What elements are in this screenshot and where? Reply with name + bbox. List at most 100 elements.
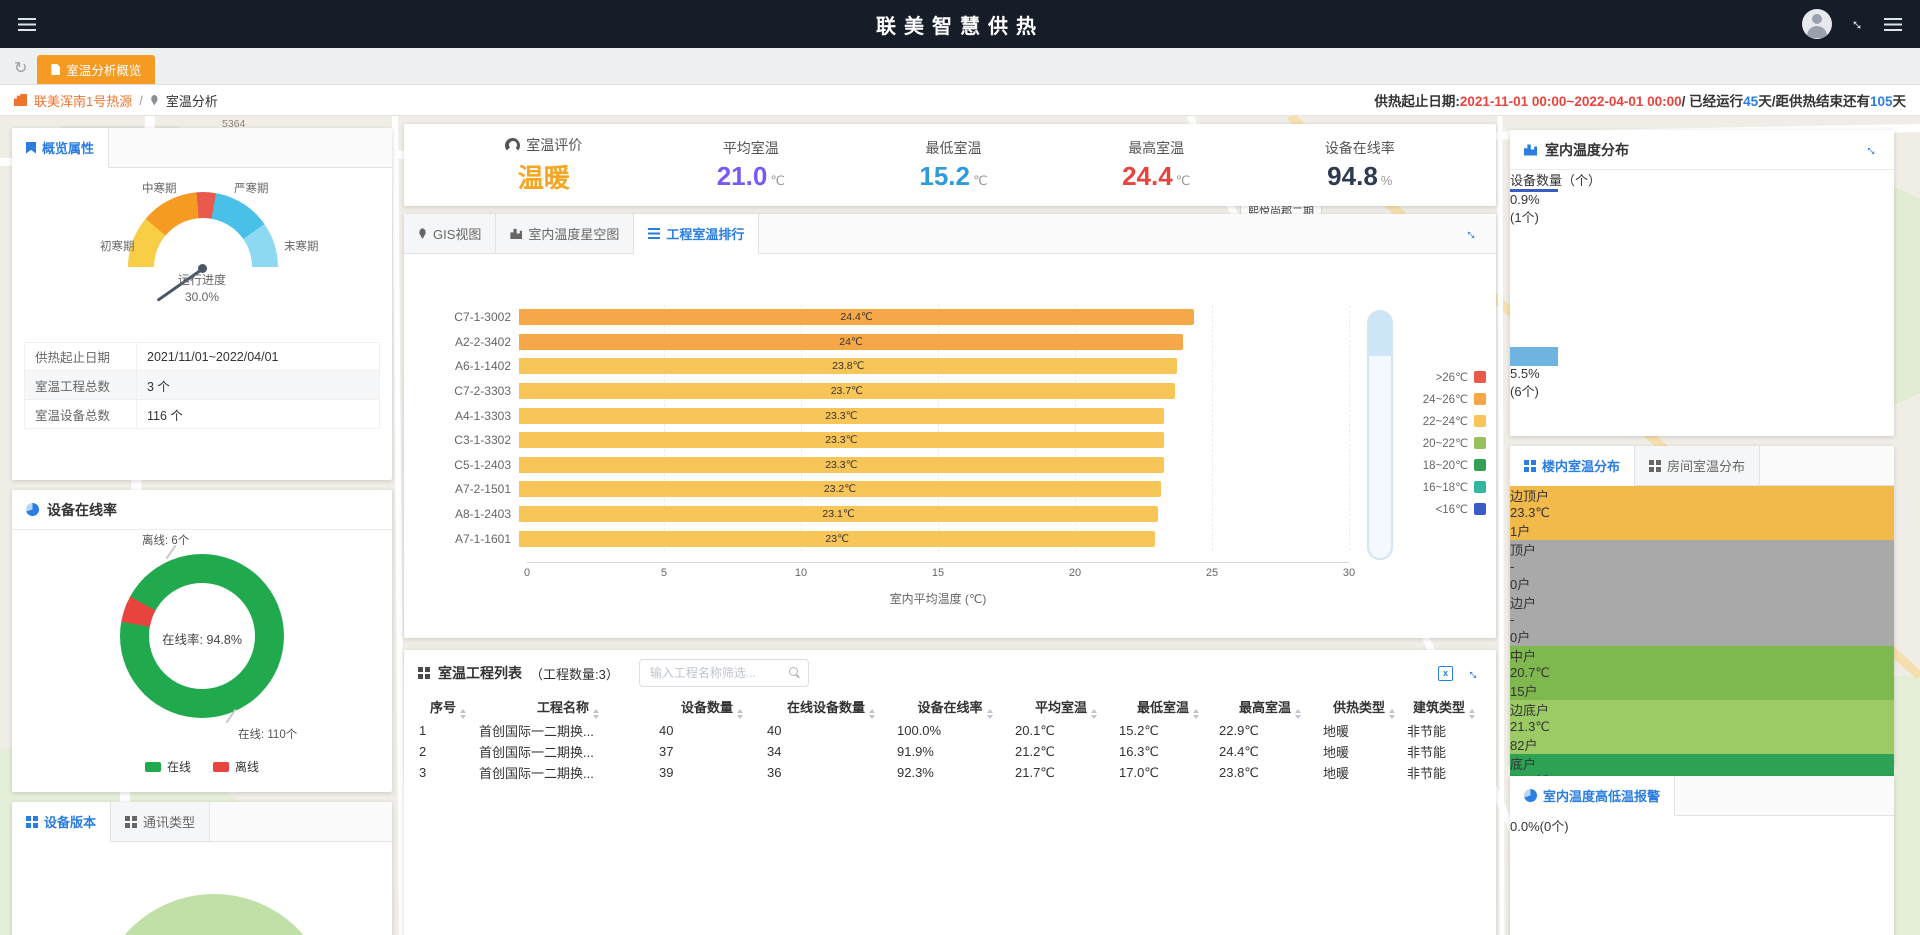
refresh-icon[interactable]: ↻	[14, 61, 27, 77]
tab-room-temp-overview[interactable]: 室温分析概览	[37, 55, 155, 84]
table-cell: 40	[766, 720, 896, 741]
column-header[interactable]: 最低室温	[1118, 696, 1218, 720]
column-header[interactable]: 设备数量	[658, 696, 766, 720]
fullscreen-icon[interactable]: ↔	[1847, 13, 1870, 36]
tab-gis[interactable]: GIS视图	[404, 214, 496, 253]
legend-swatch	[1474, 459, 1486, 471]
column-label: 平均室温	[1035, 700, 1087, 715]
column-header[interactable]: 平均室温	[1014, 696, 1118, 720]
column-header[interactable]: 供热类型	[1322, 696, 1406, 720]
tab-device-version[interactable]: 设备版本	[12, 802, 111, 842]
sort-icon[interactable]	[1295, 709, 1301, 719]
tab-overview-attributes[interactable]: 概览属性	[12, 128, 109, 168]
tab-temp-alarm[interactable]: 室内温度高低温报警	[1510, 776, 1675, 816]
project-table-title: 室温工程列表	[418, 663, 522, 683]
search-input[interactable]	[639, 659, 809, 687]
sort-icon[interactable]	[737, 709, 743, 719]
building-cell[interactable]: 顶户-0户	[1510, 540, 1894, 593]
legend-item: 24~26℃	[1423, 392, 1486, 406]
breadcrumb-heat-source[interactable]: 联美浑南1号热源	[34, 91, 132, 110]
distribution-bar[interactable]	[1510, 347, 1558, 366]
ranking-bar[interactable]: 23.7℃	[519, 383, 1175, 399]
table-cell: 36	[766, 762, 896, 783]
user-avatar[interactable]	[1802, 9, 1832, 39]
ranking-bar-row: A8-1-240323.1℃	[424, 502, 1349, 527]
legend-item: 离线	[213, 758, 259, 775]
online-rate-annotation: 在线率: 94.8%	[120, 629, 284, 648]
ranking-bar[interactable]: 23.3℃	[519, 457, 1164, 473]
info-row: 室温设备总数116 个	[24, 400, 380, 429]
ranking-bar-value: 23℃	[519, 531, 1155, 547]
column-header[interactable]: 最高室温	[1218, 696, 1322, 720]
ranking-bar[interactable]: 23.2℃	[519, 481, 1161, 497]
ranking-bar[interactable]: 23℃	[519, 531, 1155, 547]
table-cell[interactable]: 首创国际一二期换...	[478, 720, 658, 741]
legend-item: <16℃	[1436, 502, 1486, 516]
dist-y-label: 设备数量（个）	[1510, 173, 1601, 188]
building-cell[interactable]: 中户20.7℃15户	[1510, 646, 1894, 700]
sort-icon[interactable]	[593, 709, 599, 719]
excel-export-icon[interactable]	[1438, 666, 1453, 681]
ranking-bar[interactable]: 23.3℃	[519, 408, 1164, 424]
sort-icon[interactable]	[460, 709, 466, 719]
tab-star-map[interactable]: 室内温度星空图	[496, 214, 634, 253]
stat-value: 温暖	[518, 158, 570, 195]
sort-icon[interactable]	[1389, 709, 1395, 719]
building-cell[interactable]: 边顶户23.3℃1户	[1510, 486, 1894, 540]
sort-icon[interactable]	[1469, 709, 1475, 719]
top-bar: 联美智慧供热 ↔	[0, 0, 1920, 48]
table-cell: 地暖	[1322, 762, 1406, 783]
tab-ranking[interactable]: 工程室温排行	[634, 214, 759, 254]
sort-icon[interactable]	[987, 709, 993, 719]
ranking-bar[interactable]: 23.3℃	[519, 432, 1164, 448]
sort-icon[interactable]	[1193, 709, 1199, 719]
column-header[interactable]: 序号	[418, 696, 478, 720]
gauge-label: 严寒期	[234, 180, 269, 196]
column-label: 最低室温	[1137, 700, 1189, 715]
legend-swatch	[1474, 437, 1486, 449]
heating-period-label: 供热起止日期:	[1374, 94, 1460, 109]
table-cell: 16.3℃	[1118, 741, 1218, 762]
bar-value-label: 0.9%(1个)	[1510, 192, 1558, 226]
column-header[interactable]: 设备在线率	[896, 696, 1014, 720]
sort-icon[interactable]	[1091, 709, 1097, 719]
table-row[interactable]: 2首创国际一二期换...373491.9%21.2℃16.3℃24.4℃地暖非节…	[418, 741, 1482, 762]
ranking-bar[interactable]: 24.4℃	[519, 309, 1194, 325]
ranking-bar-value: 24.4℃	[519, 309, 1194, 325]
cell-label: 边顶户	[1510, 489, 1549, 504]
column-header[interactable]: 在线设备数量	[766, 696, 896, 720]
table-cell[interactable]: 首创国际一二期换...	[478, 762, 658, 783]
breadcrumb: 联美浑南1号热源 / 室温分析	[14, 91, 218, 110]
heat-source-icon	[14, 94, 27, 106]
drawer-toggle-icon[interactable]	[1884, 18, 1902, 31]
axis-tick-label: 25	[1206, 567, 1218, 579]
tab-room-dist[interactable]: 房间室温分布	[1635, 446, 1760, 485]
stat-label: 最低室温	[926, 138, 982, 158]
table-row[interactable]: 3首创国际一二期换...393692.3%21.7℃17.0℃23.8℃地暖非节…	[418, 762, 1482, 783]
tab-comm-type[interactable]: 通讯类型	[111, 802, 210, 841]
tab-building-dist[interactable]: 楼内室温分布	[1510, 446, 1635, 486]
center-tabset: GIS视图室内温度星空图工程室温排行	[404, 214, 1496, 254]
ranking-bar[interactable]: 23.8℃	[519, 358, 1177, 374]
ranking-rows: C7-1-300224.4℃A2-2-340224℃A6-1-140223.8℃…	[424, 305, 1349, 551]
table-cell: 21.7℃	[1014, 762, 1118, 783]
legend-swatch	[1474, 481, 1486, 493]
version-pie-chart[interactable]	[12, 842, 392, 935]
cell-label: 边底户	[1510, 703, 1549, 718]
table-cell[interactable]: 首创国际一二期换...	[478, 741, 658, 762]
ranking-bar[interactable]: 23.1℃	[519, 506, 1158, 522]
building-cell[interactable]: 边底户21.3℃82户	[1510, 700, 1894, 754]
column-header[interactable]: 建筑类型	[1406, 696, 1482, 720]
stat-label: 平均室温	[723, 138, 779, 158]
table-row[interactable]: 1首创国际一二期换...4040100.0%20.1℃15.2℃22.9℃地暖非…	[418, 720, 1482, 741]
ranking-bar-row: C3-1-330223.3℃	[424, 428, 1349, 453]
expand-icon[interactable]: ↔	[1464, 662, 1485, 683]
hamburger-menu-icon[interactable]	[18, 18, 36, 31]
ranking-bar[interactable]: 24℃	[519, 334, 1183, 350]
column-header[interactable]: 工程名称	[478, 696, 658, 720]
building-cell[interactable]: 边户-0户	[1510, 593, 1894, 646]
ranking-bar-row: A2-2-340224℃	[424, 330, 1349, 355]
sort-icon[interactable]	[869, 709, 875, 719]
expand-icon[interactable]: ↔	[1862, 139, 1883, 160]
search-icon[interactable]	[789, 667, 800, 678]
